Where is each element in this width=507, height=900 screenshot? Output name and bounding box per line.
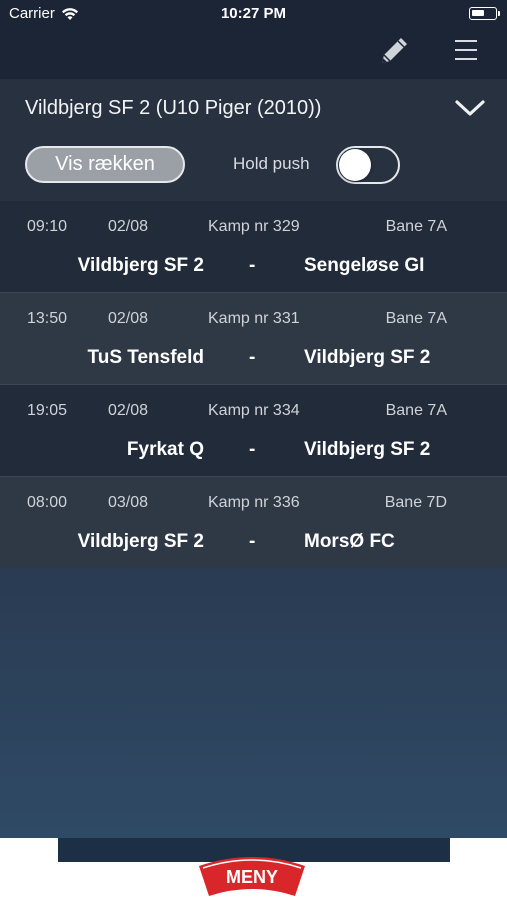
top-bar: Carrier 10:27 PM: [0, 0, 507, 79]
away-team: Sengeløse GI: [304, 255, 425, 276]
match-time: 08:00: [27, 494, 68, 511]
empty-area: [0, 568, 507, 838]
vis-raekken-button[interactable]: Vis rækken: [25, 146, 185, 183]
match-number: Kamp nr 331: [208, 310, 300, 327]
chevron-down-icon[interactable]: [454, 97, 486, 119]
match-separator: -: [249, 347, 256, 368]
team-header: Vildbjerg SF 2 (U10 Piger (2010)) Vis ræ…: [0, 79, 507, 201]
home-team: TuS Tensfeld: [87, 347, 204, 368]
match-row[interactable]: 09:10 02/08 Kamp nr 329 Bane 7A Vildbjer…: [0, 201, 507, 293]
home-team: Fyrkat Q: [126, 439, 204, 460]
team-title: Vildbjerg SF 2 (U10 Piger (2010)): [25, 97, 322, 119]
svg-text:MENY: MENY: [226, 867, 278, 887]
match-date: 02/08: [108, 310, 149, 327]
meny-logo: MENY: [199, 857, 305, 896]
match-separator: -: [249, 255, 256, 276]
match-field: Bane 7A: [385, 218, 447, 235]
pencil-icon[interactable]: [377, 34, 411, 68]
ad-banner[interactable]: MENY: [0, 838, 507, 900]
match-separator: -: [249, 439, 256, 460]
match-number: Kamp nr 334: [208, 402, 300, 419]
hold-push-label: Hold push: [233, 154, 310, 173]
match-date: 02/08: [108, 402, 149, 419]
away-team: MorsØ FC: [304, 531, 395, 552]
away-team: Vildbjerg SF 2: [304, 439, 431, 460]
match-field: Bane 7A: [385, 402, 447, 419]
match-number: Kamp nr 329: [208, 218, 300, 235]
match-row[interactable]: 08:00 03/08 Kamp nr 336 Bane 7D Vildbjer…: [0, 477, 507, 569]
match-field: Bane 7A: [385, 310, 447, 327]
match-time: 13:50: [27, 310, 68, 327]
away-team: Vildbjerg SF 2: [304, 347, 431, 368]
match-time: 09:10: [27, 218, 68, 235]
match-row[interactable]: 19:05 02/08 Kamp nr 334 Bane 7A Fyrkat Q…: [0, 385, 507, 477]
status-bar: Carrier 10:27 PM: [0, 0, 507, 28]
match-time: 19:05: [27, 402, 68, 419]
toggle-knob: [339, 149, 371, 181]
match-field: Bane 7D: [384, 494, 447, 511]
hamburger-menu-icon[interactable]: [455, 40, 478, 62]
battery-icon: [469, 7, 500, 20]
match-date: 03/08: [108, 494, 149, 511]
status-time: 10:27 PM: [220, 5, 287, 22]
match-date: 02/08: [108, 218, 149, 235]
match-row[interactable]: 13:50 02/08 Kamp nr 331 Bane 7A TuS Tens…: [0, 293, 507, 385]
match-number: Kamp nr 336: [208, 494, 300, 511]
home-team: Vildbjerg SF 2: [77, 255, 204, 276]
match-separator: -: [249, 531, 256, 552]
hold-push-toggle[interactable]: [336, 146, 400, 184]
home-team: Vildbjerg SF 2: [77, 531, 204, 552]
match-list: 09:10 02/08 Kamp nr 329 Bane 7A Vildbjer…: [0, 201, 507, 569]
